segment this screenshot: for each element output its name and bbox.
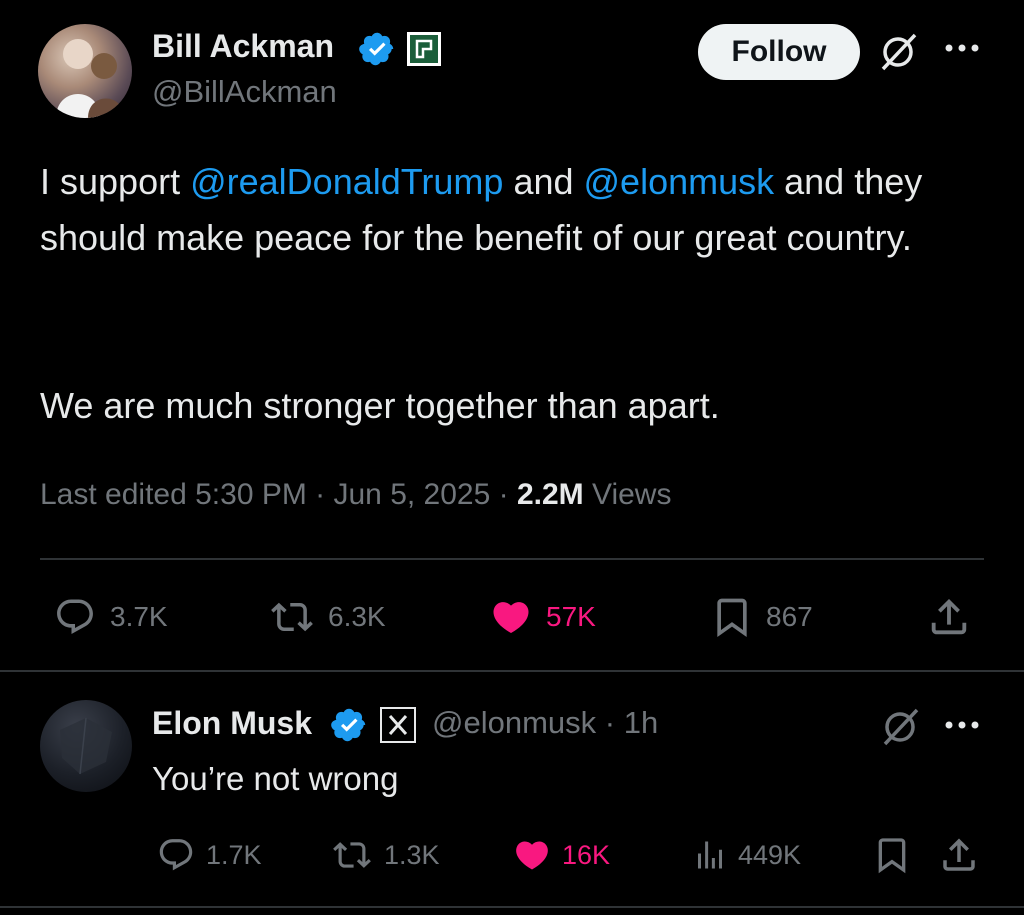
- avatar-photo-icon: [60, 717, 112, 775]
- share-button[interactable]: [926, 594, 972, 640]
- post-text: I support @realDonaldTrump and @elonmusk…: [40, 154, 990, 266]
- grok-icon[interactable]: [877, 31, 919, 78]
- reply-text: You’re not wrong: [152, 760, 399, 797]
- reply-repost-button[interactable]: 1.3K: [330, 836, 440, 874]
- reply-icon: [57, 599, 93, 634]
- reply-icon: [159, 839, 193, 871]
- mention-link[interactable]: @realDonaldTrump: [190, 161, 503, 202]
- bookmark-icon: [878, 838, 906, 874]
- post-text-part: and: [503, 161, 584, 202]
- bookmark-icon: [717, 598, 747, 638]
- reply-like-count: 16K: [562, 839, 611, 870]
- author-name[interactable]: Bill Ackman: [152, 28, 334, 65]
- repost-icon: [271, 602, 313, 632]
- heart-icon: [493, 602, 529, 634]
- more-icon[interactable]: [944, 40, 982, 61]
- more-icon[interactable]: [944, 717, 982, 738]
- verified-badge-icon: [358, 30, 396, 68]
- like-button[interactable]: 57K: [488, 596, 596, 638]
- heart-icon: [516, 841, 548, 870]
- reply-author-avatar[interactable]: [40, 700, 132, 792]
- reply-count: 3.7K: [110, 601, 168, 632]
- reply-repost-count: 1.3K: [384, 839, 440, 870]
- views-label: Views: [583, 478, 672, 511]
- grok-icon[interactable]: [879, 706, 921, 753]
- views-count: 2.2M: [516, 478, 584, 511]
- bookmark-count: 867: [766, 601, 813, 632]
- repost-icon: [333, 842, 371, 868]
- reply-bookmark-button[interactable]: [872, 834, 912, 876]
- reply-views-count: 449K: [738, 839, 802, 870]
- reply-reply-button[interactable]: 1.7K: [156, 836, 262, 874]
- affiliate-badge-icon[interactable]: [406, 31, 442, 67]
- verified-badge-icon: [330, 706, 368, 744]
- x-logo-icon[interactable]: [380, 707, 416, 743]
- repost-button[interactable]: 6.3K: [268, 596, 386, 638]
- post-text-paragraph: We are much stronger together than apart…: [40, 385, 720, 426]
- repost-count: 6.3K: [328, 601, 386, 632]
- reply-reply-count: 1.7K: [206, 839, 262, 870]
- author-avatar[interactable]: [38, 24, 132, 118]
- edited-timestamp[interactable]: Last edited 5:30 PM · Jun 5, 2025 ·: [40, 478, 517, 511]
- post-meta: Last edited 5:30 PM · Jun 5, 2025 · 2.2M…: [40, 478, 671, 512]
- share-icon: [943, 838, 975, 871]
- reply-like-button[interactable]: 16K: [512, 836, 610, 874]
- views-icon: [698, 841, 722, 869]
- reply-handle-text[interactable]: @elonmusk: [432, 705, 596, 740]
- post-text-part: I support: [40, 161, 191, 202]
- like-count: 57K: [546, 601, 596, 632]
- bookmark-button[interactable]: 867: [710, 594, 813, 640]
- avatar-photo-icon: [56, 39, 124, 118]
- reply-author-handle: @elonmusk · 1h: [432, 705, 658, 741]
- divider: [0, 670, 1024, 672]
- reply-share-button[interactable]: [938, 834, 980, 876]
- mention-link[interactable]: @elonmusk: [584, 161, 775, 202]
- follow-button[interactable]: Follow: [698, 24, 860, 80]
- reply-views-button[interactable]: 449K: [692, 836, 801, 874]
- reply-author-name[interactable]: Elon Musk: [152, 705, 312, 742]
- author-handle[interactable]: @BillAckman: [152, 74, 337, 110]
- reply-time[interactable]: · 1h: [596, 705, 658, 740]
- divider: [40, 558, 984, 560]
- share-icon: [931, 598, 967, 635]
- reply-button[interactable]: 3.7K: [52, 596, 168, 638]
- divider: [0, 906, 1024, 908]
